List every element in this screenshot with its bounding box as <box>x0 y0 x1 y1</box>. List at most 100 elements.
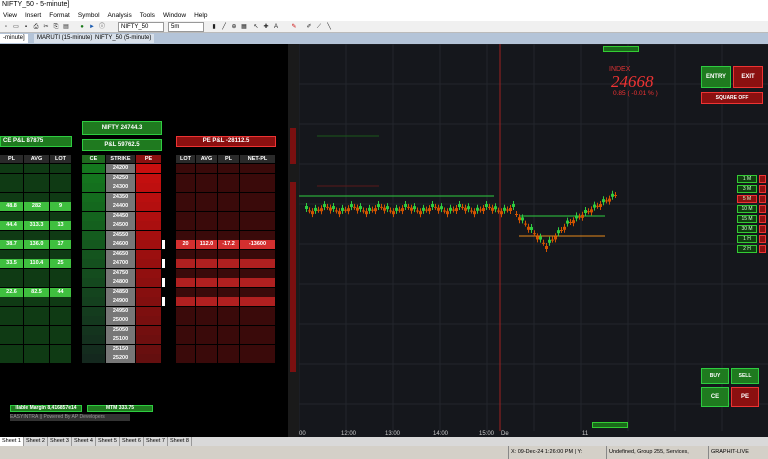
chart-toolbar-top[interactable] <box>603 46 639 52</box>
tab-maruti[interactable]: MARUTI (15-minute) <box>34 34 96 43</box>
menu-insert[interactable]: Insert <box>25 10 41 21</box>
pen-icon[interactable]: ✐ <box>305 23 313 31</box>
ce-lot-cell <box>50 325 71 335</box>
sheet-tab[interactable]: Sheet 5 <box>96 437 120 446</box>
exit-button[interactable]: EXIT <box>733 66 763 88</box>
menu-window[interactable]: Window <box>163 10 186 21</box>
position-marker <box>162 259 165 268</box>
strike-cell: 24500 <box>106 221 135 230</box>
ce-button[interactable]: CE <box>701 387 729 407</box>
price-chart[interactable]: INDEX 24668 0.85 ( -0.01 % ) ENTRY EXIT … <box>298 43 768 431</box>
sheet-tab[interactable]: Sheet 6 <box>120 437 144 446</box>
strike-cell: 24450 <box>106 211 135 221</box>
timeframe-side-button[interactable] <box>759 215 766 223</box>
pe-cell <box>240 211 275 221</box>
cut-icon[interactable]: ✂ <box>42 23 50 31</box>
paste-icon[interactable]: ▤ <box>62 23 70 31</box>
timeframe-button[interactable]: 3 M <box>737 185 757 193</box>
ce-price-cell <box>82 287 105 297</box>
copy-icon[interactable]: ⎘ <box>52 23 60 31</box>
menu-tools[interactable]: Tools <box>140 10 155 21</box>
timeframe-button[interactable]: 30 M <box>737 225 757 233</box>
tab-current[interactable]: -minute] <box>0 34 28 43</box>
timeframe-side-button[interactable] <box>759 175 766 183</box>
buy-button[interactable]: BUY <box>701 368 729 384</box>
cursor-icon[interactable]: ↖ <box>252 23 260 31</box>
sheet-tab[interactable]: Sheet 8 <box>168 437 192 446</box>
trendline-icon[interactable]: ⟋ <box>315 23 323 31</box>
text-icon[interactable]: A <box>272 23 280 31</box>
chart-canvas[interactable] <box>298 43 768 431</box>
ce-pl-cell <box>0 211 23 221</box>
ce-lot-cell <box>50 249 71 259</box>
ce-avg-cell <box>24 344 49 354</box>
forward-icon[interactable]: ► <box>88 23 96 31</box>
pe-cell <box>196 268 217 278</box>
play-icon[interactable]: ● <box>78 23 86 31</box>
menu-analysis[interactable]: Analysis <box>108 10 132 21</box>
candle-body <box>311 211 314 215</box>
strike-cell: 24950 <box>106 306 135 316</box>
pe-cell <box>196 316 217 325</box>
timeframe-button[interactable]: 2 H <box>737 245 757 253</box>
timeframe-side-button[interactable] <box>759 245 766 253</box>
pe-cell <box>240 173 275 183</box>
grid-icon[interactable]: ▦ <box>240 23 248 31</box>
save-icon[interactable]: ▪ <box>22 23 30 31</box>
interval-select[interactable]: 5m <box>168 22 204 32</box>
chart-line-icon[interactable]: ╱ <box>220 23 228 31</box>
tab-nifty[interactable]: NIFTY_50 (5-minute) <box>92 34 155 43</box>
sheet-tab[interactable]: Sheet 7 <box>144 437 168 446</box>
timeframe-button[interactable]: 5 M <box>737 195 757 203</box>
candle-body <box>551 239 554 241</box>
sheet-tab[interactable]: Sheet 3 <box>48 437 72 446</box>
chart-toolbar-bottom[interactable] <box>592 422 628 428</box>
open-icon[interactable]: ▭ <box>12 23 20 31</box>
sheet-tab[interactable]: Sheet 4 <box>72 437 96 446</box>
timeframe-button[interactable]: 10 M <box>737 205 757 213</box>
sell-button[interactable]: SELL <box>731 368 759 384</box>
menu-help[interactable]: Help <box>194 10 207 21</box>
pe-price-cell <box>136 287 161 297</box>
timeframe-button[interactable]: 1 M <box>737 175 757 183</box>
candle-body <box>593 204 596 208</box>
timeframe-side-button[interactable] <box>759 235 766 243</box>
timeframe-side-button[interactable] <box>759 185 766 193</box>
draw-icon[interactable]: ✎ <box>290 23 298 31</box>
timeframe-side-button[interactable] <box>759 195 766 203</box>
sheet-tab[interactable]: Sheet 2 <box>24 437 48 446</box>
side-toolbar-top[interactable] <box>290 128 296 164</box>
timeframe-side-button[interactable] <box>759 205 766 213</box>
candle-body <box>407 206 410 208</box>
candle-body <box>440 206 443 210</box>
candle-body <box>560 230 563 231</box>
info-icon[interactable]: ⓘ <box>98 23 106 31</box>
menu-view[interactable]: View <box>3 10 17 21</box>
pe-cell <box>176 173 195 183</box>
chart-bar-icon[interactable]: ▮ <box>210 23 218 31</box>
status-bar: X: 09-Dec-24 1:26:00 PM | Y: 24544.870 U… <box>0 446 768 459</box>
square-off-button[interactable]: SQUARE OFF <box>701 92 763 104</box>
print-icon[interactable]: ⎙ <box>32 23 40 31</box>
splitter[interactable] <box>288 44 299 437</box>
menu-symbol[interactable]: Symbol <box>78 10 100 21</box>
strike-cell: 24850 <box>106 287 135 297</box>
menu-format[interactable]: Format <box>49 10 70 21</box>
symbol-select[interactable]: NIFTY_50 <box>118 22 164 32</box>
sheet-tab[interactable]: Sheet 1 <box>0 437 24 446</box>
timeframe-side-button[interactable] <box>759 225 766 233</box>
cross-icon[interactable]: ✚ <box>262 23 270 31</box>
new-icon[interactable]: ▫ <box>2 23 10 31</box>
pe-cell <box>218 344 239 354</box>
line-icon[interactable]: ╲ <box>325 23 333 31</box>
candle-body <box>344 209 347 211</box>
timeframe-button[interactable]: 1 H <box>737 235 757 243</box>
pe-button[interactable]: PE <box>731 387 759 407</box>
candle-body <box>563 226 566 230</box>
timeframe-button[interactable]: 15 M <box>737 215 757 223</box>
zoom-icon[interactable]: ⊕ <box>230 23 238 31</box>
candle-body <box>608 198 611 202</box>
side-toolbar[interactable] <box>290 182 296 372</box>
pe-pl-value: -17.2 <box>218 240 239 249</box>
entry-button[interactable]: ENTRY <box>701 66 731 88</box>
